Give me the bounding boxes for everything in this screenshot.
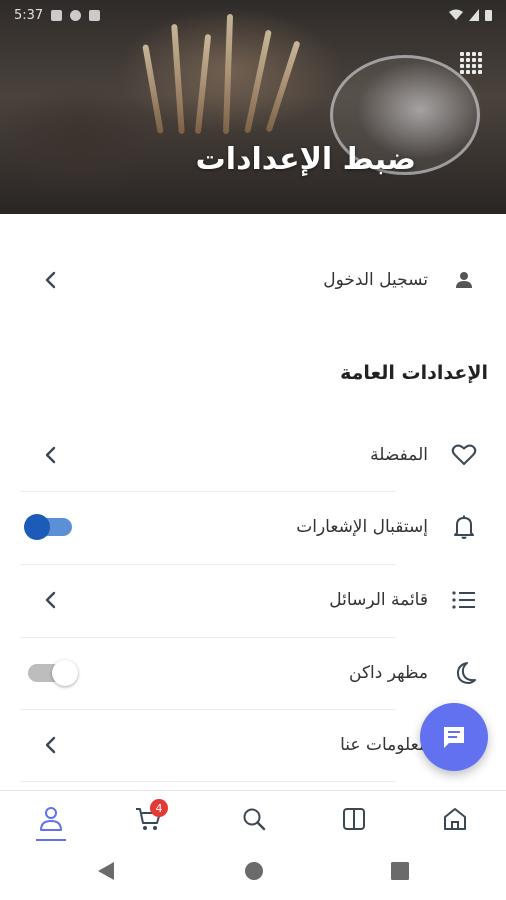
- divider: [20, 781, 396, 782]
- dark-mode-label: مظهر داكن: [349, 663, 428, 683]
- chevron-left-icon: [20, 735, 80, 755]
- toggle-knob: [24, 514, 50, 540]
- moon-icon: [432, 660, 496, 686]
- chat-fab-button[interactable]: [420, 703, 488, 771]
- recents-icon[interactable]: [390, 860, 410, 882]
- notification-icon: [89, 9, 101, 21]
- status-left: 5:37: [14, 7, 101, 23]
- notifications-toggle[interactable]: [20, 514, 80, 540]
- chevron-left-icon: [20, 270, 80, 290]
- system-nav-bar: [0, 846, 506, 900]
- notification-icon: [51, 9, 63, 21]
- notifications-row: إستقبال الإشعارات: [20, 492, 496, 562]
- brush-decoration: [222, 13, 234, 135]
- messages-row[interactable]: قائمة الرسائل: [20, 565, 496, 635]
- brush-decoration: [244, 29, 272, 134]
- brush-decoration: [171, 23, 185, 135]
- nav-search[interactable]: [234, 801, 274, 837]
- notification-icon: [70, 9, 82, 21]
- signal-icon: [469, 9, 479, 21]
- chevron-left-icon: [20, 445, 80, 465]
- login-label: تسجيل الدخول: [323, 270, 428, 290]
- brush-decoration: [194, 33, 212, 135]
- brush-decoration: [265, 40, 301, 133]
- profile-icon: [40, 807, 62, 831]
- dark-mode-row: مظهر داكن: [20, 638, 496, 708]
- nav-profile[interactable]: [31, 801, 71, 837]
- nav-home[interactable]: [435, 801, 475, 837]
- notifications-label: إستقبال الإشعارات: [296, 517, 428, 537]
- nav-catalog[interactable]: [334, 801, 374, 837]
- grid-menu-icon[interactable]: [460, 52, 482, 74]
- home-icon: [444, 808, 466, 830]
- chevron-left-icon: [20, 590, 80, 610]
- back-icon[interactable]: [96, 860, 116, 882]
- messages-label: قائمة الرسائل: [329, 590, 428, 610]
- active-tab-indicator: [36, 839, 66, 841]
- page-title: ضبط الإعدادات: [195, 142, 416, 177]
- about-label: معلومات عنا: [340, 735, 428, 755]
- settings-screen: 5:37 ضبط الإعدادات تسجيل الدخول الإعدادا…: [0, 0, 506, 900]
- wifi-icon: [449, 9, 463, 20]
- user-icon: [432, 268, 496, 292]
- cart-badge: 4: [150, 799, 168, 817]
- login-row[interactable]: تسجيل الدخول: [20, 245, 496, 315]
- bell-icon: [432, 514, 496, 540]
- toggle-knob: [52, 660, 78, 686]
- battery-icon: [485, 10, 492, 21]
- dark-mode-toggle[interactable]: [20, 660, 80, 686]
- status-bar: 5:37: [0, 0, 506, 30]
- nav-cart[interactable]: 4: [128, 799, 168, 837]
- search-icon: [243, 808, 266, 831]
- brush-decoration: [142, 44, 164, 134]
- home-button-icon[interactable]: [244, 860, 264, 882]
- favorites-label: المفضلة: [370, 445, 428, 465]
- status-right: [449, 9, 492, 21]
- heart-icon: [432, 443, 496, 467]
- favorites-row[interactable]: المفضلة: [20, 420, 496, 490]
- general-settings-title: الإعدادات العامة: [340, 362, 488, 384]
- catalog-icon: [343, 808, 365, 830]
- header-banner: 5:37 ضبط الإعدادات: [0, 0, 506, 214]
- chat-icon: [444, 727, 464, 748]
- status-time: 5:37: [14, 7, 44, 23]
- bottom-nav: 4: [0, 790, 506, 846]
- list-icon: [432, 589, 496, 611]
